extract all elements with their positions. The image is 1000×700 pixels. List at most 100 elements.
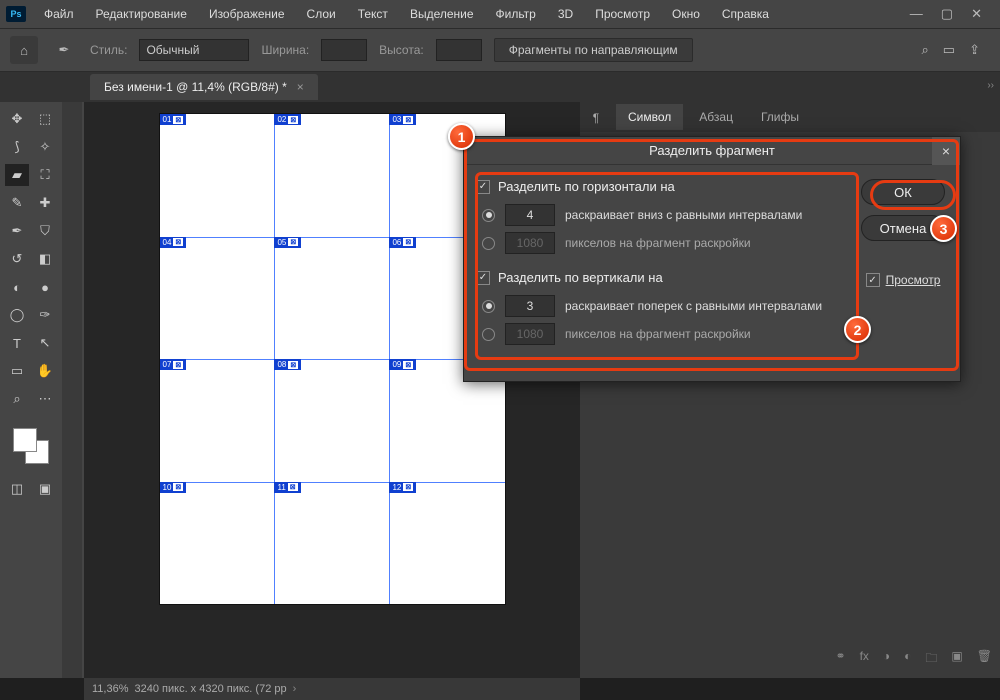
- h-count-radio[interactable]: [482, 209, 495, 222]
- divide-vertical-label: Разделить по вертикали на: [498, 270, 663, 285]
- mask-icon[interactable]: ◑: [883, 649, 890, 670]
- v-px-input[interactable]: [505, 323, 555, 345]
- annotation-badge-2: 2: [844, 316, 871, 343]
- gradient-tool-icon[interactable]: ◐: [5, 276, 29, 298]
- h-px-radio[interactable]: [482, 237, 495, 250]
- v-count-input[interactable]: [505, 295, 555, 317]
- document-tab[interactable]: Без имени-1 @ 11,4% (RGB/8#) * ×: [90, 74, 318, 100]
- wand-tool-icon[interactable]: ✧: [33, 136, 57, 158]
- color-swatches[interactable]: [11, 426, 51, 466]
- foreground-swatch[interactable]: [13, 428, 37, 452]
- divide-horizontal-checkbox[interactable]: [476, 180, 490, 194]
- pen-tool-icon[interactable]: ✑: [33, 304, 57, 326]
- brush-tool-icon[interactable]: ✒: [5, 220, 29, 242]
- zoom-tool-icon[interactable]: ⌕: [5, 388, 29, 410]
- tab-symbol[interactable]: Символ: [616, 104, 683, 130]
- type-tool-icon[interactable]: T: [5, 332, 29, 354]
- canvas[interactable]: 01⊠ 02⊠ 03⊠ 04⊠ 05⊠ 06⊠ 07⊠ 08⊠ 09⊠ 10⊠ …: [160, 114, 505, 604]
- slice-badge: 01⊠: [160, 114, 187, 125]
- folder-icon[interactable]: 🗀: [925, 649, 937, 670]
- history-brush-icon[interactable]: ↺: [5, 248, 29, 270]
- slice-badge: 06⊠: [389, 237, 416, 248]
- style-label: Стиль:: [90, 43, 127, 57]
- divide-slice-dialog: Разделить фрагмент × Разделить по горизо…: [463, 136, 961, 382]
- annotation-badge-1: 1: [448, 123, 475, 150]
- link-icon[interactable]: ⚭: [836, 649, 846, 670]
- hand-tool-icon[interactable]: ✋: [33, 360, 57, 382]
- tab-paragraph[interactable]: Абзац: [687, 104, 745, 130]
- move-tool-icon[interactable]: ✥: [5, 108, 29, 130]
- slice-tool-icon[interactable]: ▰: [5, 164, 29, 186]
- crop-tool-icon[interactable]: ⛶: [33, 164, 57, 186]
- tab-glyphs[interactable]: Глифы: [749, 104, 811, 130]
- minimize-icon[interactable]: —: [910, 6, 923, 22]
- workspace-icon[interactable]: ▭: [943, 42, 955, 58]
- screenmode-icon[interactable]: ▣: [33, 478, 57, 500]
- stamp-tool-icon[interactable]: ⛉: [33, 220, 57, 242]
- width-input[interactable]: [321, 39, 367, 61]
- quickmask-icon[interactable]: ◫: [5, 478, 29, 500]
- character-panel-icon[interactable]: ¶: [584, 106, 608, 130]
- dialog-close-button[interactable]: ×: [932, 137, 960, 165]
- collapsed-panel-strip[interactable]: [62, 102, 82, 678]
- eraser-tool-icon[interactable]: ◧: [33, 248, 57, 270]
- menu-file[interactable]: Файл: [34, 3, 84, 25]
- menu-text[interactable]: Текст: [348, 3, 398, 25]
- menu-help[interactable]: Справка: [712, 3, 779, 25]
- dodge-tool-icon[interactable]: ◯: [5, 304, 29, 326]
- adjust-icon[interactable]: ◐: [904, 649, 911, 670]
- options-bar: ⌂ ✒ Стиль: Ширина: Высота: Фрагменты по …: [0, 28, 1000, 72]
- eyedropper-tool-icon[interactable]: ✎: [5, 192, 29, 214]
- tools-column: ✥⬚ ⟆✧ ▰⛶ ✎✚ ✒⛉ ↺◧ ◐● ◯✑ T↖ ▭✋ ⌕⋯ ◫▣: [0, 102, 84, 678]
- blur-tool-icon[interactable]: ●: [33, 276, 57, 298]
- new-layer-icon[interactable]: ▣: [951, 649, 962, 670]
- search-icon[interactable]: ⌕: [922, 42, 929, 58]
- v-px-radio[interactable]: [482, 328, 495, 341]
- trash-icon[interactable]: 🗑: [977, 649, 992, 670]
- h-px-input[interactable]: [505, 232, 555, 254]
- slices-from-guides-button[interactable]: Фрагменты по направляющим: [494, 38, 693, 62]
- annotation-badge-3: 3: [930, 215, 957, 242]
- h-count-input[interactable]: [505, 204, 555, 226]
- status-zoom[interactable]: 11,36%: [92, 683, 129, 695]
- status-chevron-icon[interactable]: ›: [293, 683, 297, 695]
- marquee-tool-icon[interactable]: ⬚: [33, 108, 57, 130]
- horizontal-group: Разделить по горизонтали на раскраивает …: [476, 179, 844, 254]
- tab-close-icon[interactable]: ×: [297, 80, 304, 94]
- divide-vertical-checkbox[interactable]: [476, 271, 490, 285]
- dialog-title: Разделить фрагмент: [649, 143, 775, 158]
- h-count-desc: раскраивает вниз с равными интервалами: [565, 208, 802, 222]
- dialog-title-bar[interactable]: Разделить фрагмент ×: [464, 137, 960, 165]
- path-tool-icon[interactable]: ↖: [33, 332, 57, 354]
- menu-filter[interactable]: Фильтр: [486, 3, 546, 25]
- maximize-icon[interactable]: ▢: [941, 6, 953, 22]
- fx-icon[interactable]: fx: [860, 649, 869, 670]
- lasso-tool-icon[interactable]: ⟆: [5, 136, 29, 158]
- menu-view[interactable]: Просмотр: [585, 3, 660, 25]
- preview-checkbox[interactable]: [866, 273, 880, 287]
- guide-h1: [160, 237, 505, 238]
- menu-layers[interactable]: Слои: [297, 3, 346, 25]
- close-icon[interactable]: ✕: [971, 6, 982, 22]
- ok-button[interactable]: ОК: [861, 179, 945, 205]
- v-px-desc: пикселов на фрагмент раскройки: [565, 327, 751, 341]
- menu-select[interactable]: Выделение: [400, 3, 484, 25]
- more-tool-icon[interactable]: ⋯: [33, 388, 57, 410]
- status-dimensions: 3240 пикс. x 4320 пикс. (72 pp: [135, 683, 287, 695]
- menu-edit[interactable]: Редактирование: [86, 3, 197, 25]
- status-bar: 11,36% 3240 пикс. x 4320 пикс. (72 pp ›: [84, 678, 580, 700]
- current-tool-icon[interactable]: ✒: [50, 40, 78, 60]
- share-icon[interactable]: ⇪: [969, 42, 980, 58]
- home-button[interactable]: ⌂: [10, 36, 38, 64]
- style-select[interactable]: [139, 39, 249, 61]
- menu-window[interactable]: Окно: [662, 3, 710, 25]
- slice-badge: 04⊠: [160, 237, 187, 248]
- collapse-panel-icon[interactable]: ››: [987, 80, 994, 91]
- heal-tool-icon[interactable]: ✚: [33, 192, 57, 214]
- height-input[interactable]: [436, 39, 482, 61]
- shape-tool-icon[interactable]: ▭: [5, 360, 29, 382]
- v-count-radio[interactable]: [482, 300, 495, 313]
- menu-image[interactable]: Изображение: [199, 3, 295, 25]
- menu-3d[interactable]: 3D: [548, 3, 583, 25]
- guide-h2: [160, 359, 505, 360]
